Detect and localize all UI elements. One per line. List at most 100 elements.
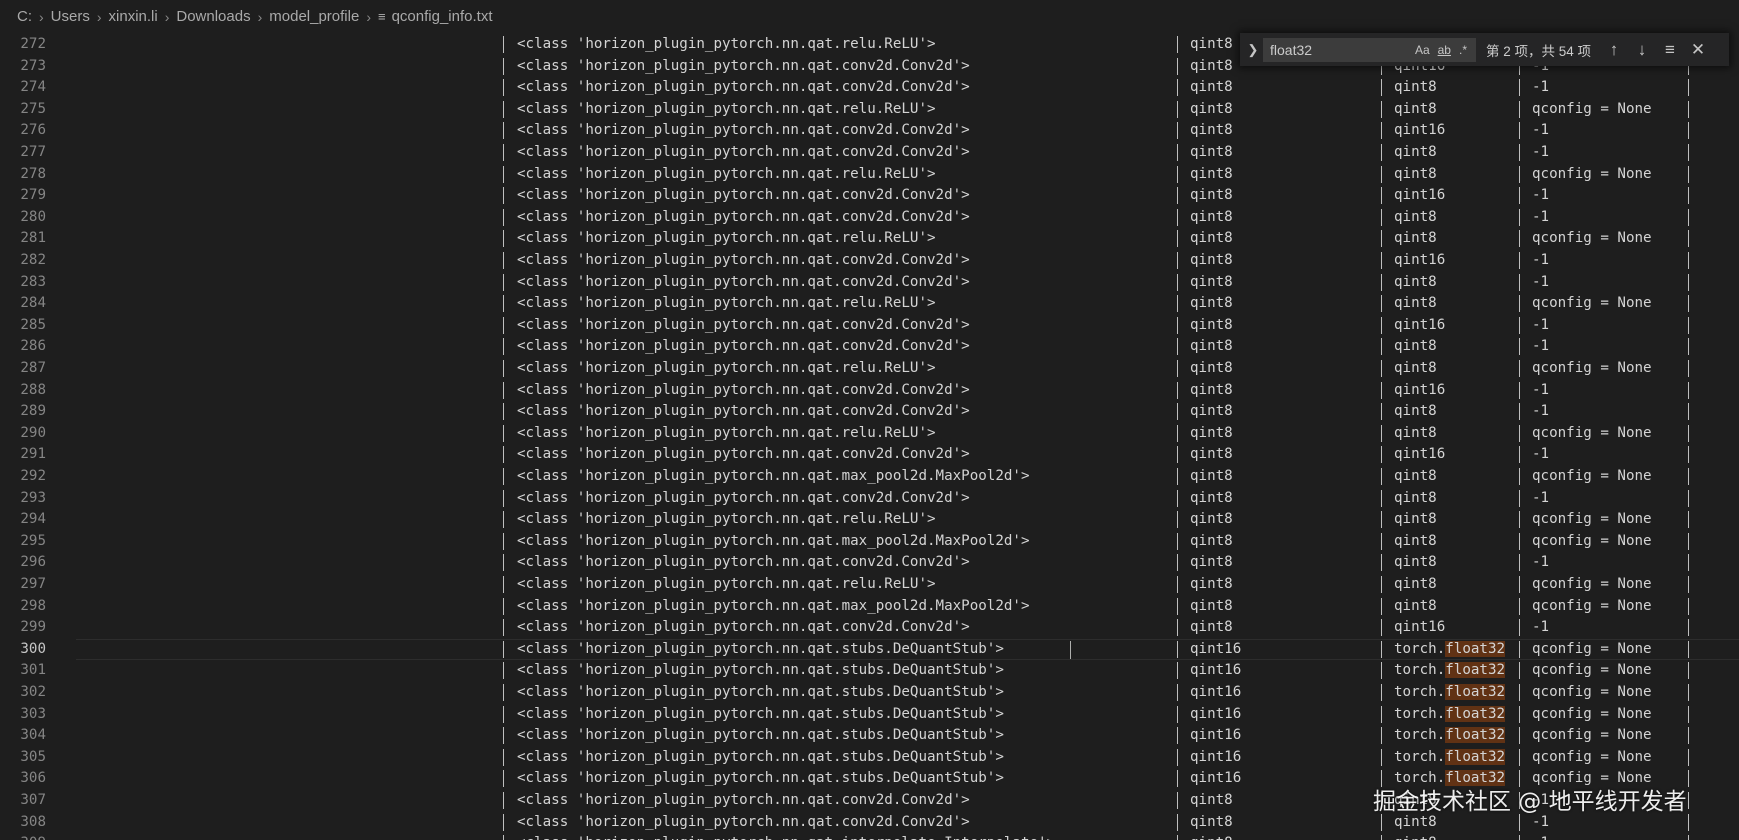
- line-number: 294: [20, 511, 46, 528]
- search-match-highlight: float32: [1445, 640, 1506, 657]
- arrow-up-icon[interactable]: ↑: [1600, 40, 1628, 60]
- qconfig-cell: -1: [1532, 554, 1550, 571]
- editor-line[interactable]: 288 <class 'horizon_plugin_pytorch.nn.qat…: [0, 380, 1739, 402]
- editor-line[interactable]: 309 <class 'horizon_plugin_pytorch.nn.qat…: [0, 833, 1739, 840]
- input-dtype-cell: qint16: [1190, 662, 1242, 679]
- qconfig-cell: -1: [1532, 144, 1550, 160]
- editor-line[interactable]: 278 <class 'horizon_plugin_pytorch.nn.qat…: [0, 164, 1739, 186]
- module-class-cell: <class 'horizon_plugin_pytorch.nn.qat.st…: [517, 662, 1004, 679]
- editor-line[interactable]: 292 <class 'horizon_plugin_pytorch.nn.qat…: [0, 466, 1739, 488]
- column-separator: [1177, 835, 1178, 840]
- column-separator: [503, 446, 504, 464]
- column-separator: [1688, 165, 1689, 183]
- dtype-prefix: torch.: [1394, 684, 1446, 700]
- module-class-cell: <class 'horizon_plugin_pytorch.nn.qat.re…: [517, 230, 936, 247]
- column-separator: [1177, 468, 1178, 485]
- editor-line[interactable]: 302 <class 'horizon_plugin_pytorch.nn.qat…: [0, 682, 1739, 704]
- editor-line[interactable]: 282 <class 'horizon_plugin_pytorch.nn.qat…: [0, 250, 1739, 272]
- editor-line[interactable]: 303 <class 'horizon_plugin_pytorch.nn.qat…: [0, 704, 1739, 726]
- line-number: 285: [20, 316, 46, 333]
- editor-line[interactable]: 277 <class 'horizon_plugin_pytorch.nn.qat…: [0, 142, 1739, 164]
- editor-line[interactable]: 301 <class 'horizon_plugin_pytorch.nn.qat…: [0, 660, 1739, 682]
- column-separator: [503, 403, 504, 421]
- editor-line[interactable]: 298 <class 'horizon_plugin_pytorch.nn.qat…: [0, 596, 1739, 618]
- qconfig-cell: qconfig = None: [1532, 230, 1652, 247]
- editor-line[interactable]: 305 <class 'horizon_plugin_pytorch.nn.qat…: [0, 747, 1739, 769]
- breadcrumb-item[interactable]: model_profile: [269, 8, 359, 25]
- module-class-cell: <class 'horizon_plugin_pytorch.nn.qat.st…: [517, 727, 1004, 744]
- editor-line[interactable]: 300 <class 'horizon_plugin_pytorch.nn.qat…: [0, 638, 1739, 661]
- breadcrumb-item[interactable]: Users: [51, 8, 90, 25]
- editor-line[interactable]: 280 <class 'horizon_plugin_pytorch.nn.qat…: [0, 207, 1739, 229]
- editor-line[interactable]: 291 <class 'horizon_plugin_pytorch.nn.qat…: [0, 444, 1739, 466]
- editor-line[interactable]: 296 <class 'horizon_plugin_pytorch.nn.qat…: [0, 552, 1739, 574]
- qconfig-cell: -1: [1532, 446, 1550, 463]
- column-separator: [1688, 813, 1689, 831]
- column-separator: [1688, 554, 1689, 572]
- find-input-value[interactable]: float32: [1270, 42, 1415, 58]
- editor-line[interactable]: 293 <class 'horizon_plugin_pytorch.nn.qat…: [0, 488, 1739, 510]
- column-separator: [1519, 252, 1520, 269]
- editor-line[interactable]: 285 <class 'horizon_plugin_pytorch.nn.qat…: [0, 315, 1739, 337]
- dtype-prefix: torch.: [1394, 705, 1446, 722]
- editor-line[interactable]: 295 <class 'horizon_plugin_pytorch.nn.qat…: [0, 531, 1739, 553]
- input-dtype-cell: qint16: [1190, 640, 1242, 657]
- arrow-down-icon[interactable]: ↓: [1628, 40, 1656, 60]
- editor-line[interactable]: 299 <class 'horizon_plugin_pytorch.nn.qat…: [0, 617, 1739, 639]
- line-number: 276: [20, 122, 46, 139]
- input-dtype-cell: qint8: [1190, 511, 1233, 528]
- regex-button[interactable]: .*: [1459, 43, 1467, 57]
- search-match-highlight: float32: [1445, 748, 1506, 765]
- editor-line[interactable]: 276 <class 'horizon_plugin_pytorch.nn.qat…: [0, 120, 1739, 142]
- column-separator: [1177, 727, 1178, 745]
- output-dtype-cell: qint16: [1394, 187, 1446, 204]
- line-number: 281: [20, 230, 46, 247]
- input-dtype-cell: qint8: [1190, 424, 1233, 441]
- input-dtype-cell: qint16: [1190, 684, 1242, 700]
- chevron-right-icon[interactable]: ❯: [1243, 42, 1263, 58]
- editor-line[interactable]: 304 <class 'horizon_plugin_pytorch.nn.qat…: [0, 725, 1739, 747]
- column-separator: [503, 619, 504, 637]
- editor-line[interactable]: 274 <class 'horizon_plugin_pytorch.nn.qat…: [0, 77, 1739, 99]
- input-dtype-cell: qint8: [1190, 79, 1233, 96]
- editor[interactable]: 272 <class 'horizon_plugin_pytorch.nn.qat…: [0, 33, 1739, 840]
- input-dtype-cell: qint8: [1190, 468, 1233, 484]
- whole-word-button[interactable]: ab: [1438, 43, 1451, 57]
- editor-line[interactable]: 287 <class 'horizon_plugin_pytorch.nn.qat…: [0, 358, 1739, 380]
- input-dtype-cell: qint16: [1190, 705, 1242, 722]
- column-separator: [503, 144, 504, 161]
- editor-line[interactable]: 297 <class 'horizon_plugin_pytorch.nn.qat…: [0, 574, 1739, 596]
- editor-line[interactable]: 279 <class 'horizon_plugin_pytorch.nn.qat…: [0, 185, 1739, 207]
- match-case-button[interactable]: Aa: [1415, 43, 1430, 57]
- editor-line[interactable]: 283 <class 'horizon_plugin_pytorch.nn.qat…: [0, 272, 1739, 294]
- input-dtype-cell: qint8: [1190, 295, 1233, 312]
- column-separator: [1381, 576, 1382, 593]
- column-separator: [1688, 338, 1689, 356]
- find-input[interactable]: float32 Aa ab .*: [1263, 37, 1476, 62]
- editor-line[interactable]: 290 <class 'horizon_plugin_pytorch.nn.qat…: [0, 423, 1739, 445]
- column-separator: [1688, 511, 1689, 529]
- column-separator: [1688, 640, 1689, 658]
- module-class-cell: <class 'horizon_plugin_pytorch.nn.qat.st…: [517, 640, 1004, 657]
- editor-line[interactable]: 289 <class 'horizon_plugin_pytorch.nn.qat…: [0, 401, 1739, 423]
- column-separator: [503, 295, 504, 313]
- editor-line[interactable]: 294 <class 'horizon_plugin_pytorch.nn.qat…: [0, 509, 1739, 531]
- editor-line[interactable]: 286 <class 'horizon_plugin_pytorch.nn.qat…: [0, 336, 1739, 358]
- module-class-cell: <class 'horizon_plugin_pytorch.nn.qat.co…: [517, 187, 970, 204]
- search-match-highlight: float32: [1445, 705, 1506, 722]
- find-in-selection-icon[interactable]: ≡: [1656, 40, 1684, 60]
- editor-line[interactable]: 275 <class 'horizon_plugin_pytorch.nn.qat…: [0, 99, 1739, 121]
- breadcrumb-item[interactable]: C:: [17, 8, 32, 25]
- close-icon[interactable]: ✕: [1684, 40, 1712, 60]
- dtype-prefix: torch.: [1394, 662, 1446, 679]
- editor-line[interactable]: 284 <class 'horizon_plugin_pytorch.nn.qat…: [0, 293, 1739, 315]
- breadcrumb-item[interactable]: Downloads: [176, 8, 250, 25]
- search-match-highlight: float32: [1445, 727, 1506, 744]
- breadcrumb-item[interactable]: xinxin.li: [109, 8, 158, 25]
- column-separator: [1688, 316, 1689, 334]
- line-number: 279: [20, 187, 46, 204]
- editor-line[interactable]: 281 <class 'horizon_plugin_pytorch.nn.qat…: [0, 228, 1739, 250]
- column-separator: [1519, 144, 1520, 161]
- output-dtype-cell: qint8: [1394, 79, 1437, 96]
- breadcrumb-file[interactable]: qconfig_info.txt: [392, 8, 493, 25]
